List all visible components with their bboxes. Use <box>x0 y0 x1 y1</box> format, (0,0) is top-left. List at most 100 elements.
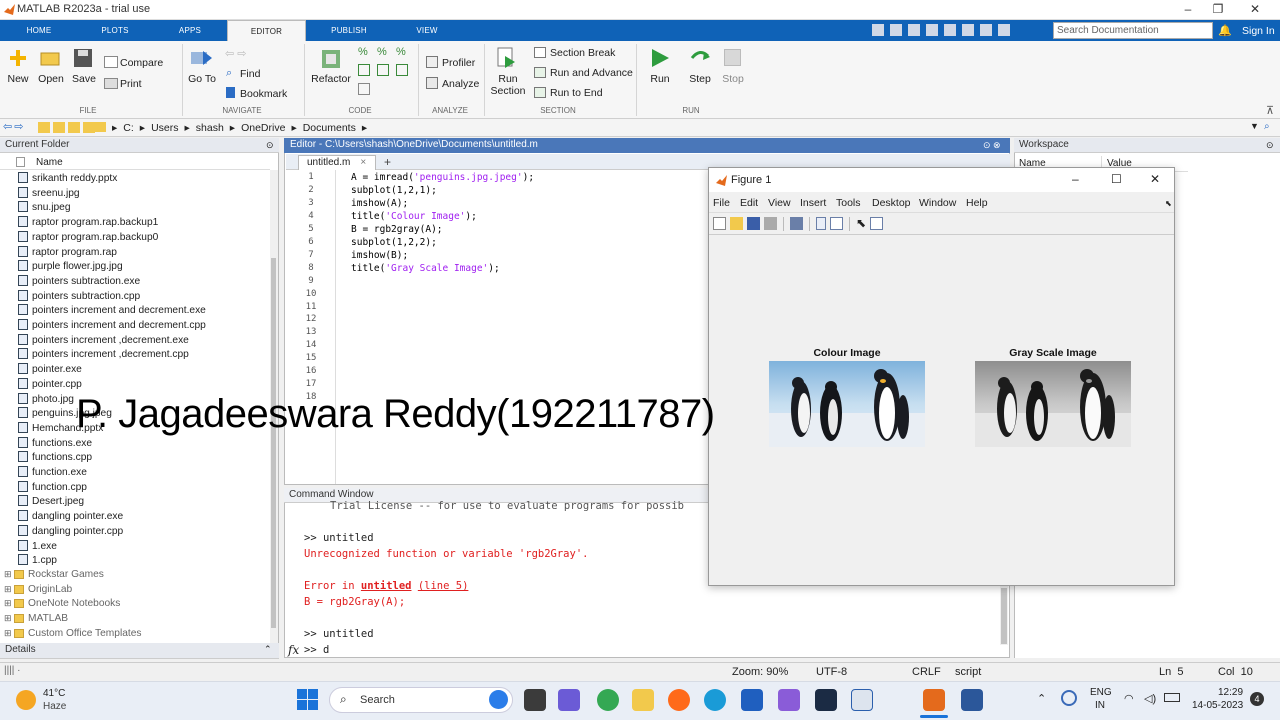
root-folder-icon[interactable] <box>68 122 80 133</box>
workspace-menu-icon[interactable]: ⊙ <box>1266 140 1274 151</box>
code-line[interactable]: title('Colour Image'); <box>351 211 477 222</box>
clock-time[interactable]: 12:29 <box>1218 687 1243 698</box>
save-figure-icon[interactable] <box>747 217 760 230</box>
expand-icon[interactable]: ⊞ <box>4 613 14 623</box>
browse-folder-icon[interactable] <box>53 122 65 133</box>
switch-windows-icon[interactable] <box>980 24 992 36</box>
folder-item[interactable]: ⊞ MATLAB <box>4 613 68 627</box>
outdent-icon[interactable] <box>396 64 408 77</box>
tray-overflow-icon[interactable]: ⌃ <box>1037 692 1046 705</box>
file-item[interactable]: functions.exe <box>18 436 92 451</box>
clock-date[interactable]: 14-05-2023 <box>1192 700 1243 711</box>
up-folder-icon[interactable] <box>38 122 50 133</box>
file-item[interactable]: srikanth reddy.pptx <box>18 172 117 186</box>
copilot-icon[interactable] <box>778 689 800 711</box>
colorbar-icon[interactable] <box>816 217 826 230</box>
raptor-icon[interactable] <box>888 689 910 711</box>
restore-icon[interactable]: ❐ <box>1203 2 1233 16</box>
panel-menu-icon[interactable]: ⊙ <box>266 140 274 151</box>
compare-button[interactable]: Compare <box>120 57 163 69</box>
indent-icon[interactable] <box>358 64 370 77</box>
property-inspector-icon[interactable] <box>870 217 884 230</box>
chevron-up-icon[interactable]: ⌃ <box>264 644 272 655</box>
back-forward-icons[interactable]: ⇦ ⇨ <box>225 47 247 60</box>
folder-item[interactable]: ⊞ Rockstar Games <box>4 569 104 583</box>
windows-start-icon[interactable] <box>297 689 318 710</box>
save-file-icon[interactable] <box>73 48 93 68</box>
new-figure-icon[interactable] <box>713 217 726 230</box>
file-item[interactable]: 1.cpp <box>18 554 57 568</box>
save-button[interactable]: Save <box>70 73 98 85</box>
file-item[interactable]: pointers subtraction.exe <box>18 274 140 289</box>
code-line[interactable]: imshow(B); <box>351 250 408 261</box>
nav-arrows-icon[interactable]: ⇦⇨ <box>3 120 25 133</box>
code-line[interactable]: subplot(1,2,1); <box>351 185 437 196</box>
refactor-button[interactable]: Refactor <box>310 73 352 85</box>
matlab-taskbar-icon[interactable] <box>923 689 945 711</box>
figure-menu-window[interactable]: Window <box>919 197 956 209</box>
figure-close-icon[interactable]: ✕ <box>1150 172 1160 186</box>
tab-apps[interactable]: APPS <box>163 20 217 41</box>
edge-icon[interactable] <box>704 689 726 711</box>
file-item[interactable]: function.cpp <box>18 480 87 495</box>
uncomment-icon[interactable]: % <box>377 46 393 61</box>
code-line[interactable]: B = rgb2gray(A); <box>351 224 443 235</box>
code-line[interactable]: A = imread('penguins.jpg.jpeg'); <box>351 172 534 183</box>
task-view-icon[interactable] <box>524 689 546 711</box>
editor-tab-untitled[interactable]: untitled.m × <box>298 155 376 170</box>
file-item[interactable]: dangling pointer.exe <box>18 510 123 524</box>
cut-icon[interactable] <box>890 24 902 36</box>
figure-menu-insert[interactable]: Insert <box>800 197 826 209</box>
new-icon[interactable] <box>8 48 28 68</box>
battery-icon[interactable] <box>1164 693 1180 702</box>
run-section-icon[interactable] <box>497 47 517 69</box>
wifi-icon[interactable]: ◠ <box>1124 692 1134 705</box>
folder-scrollbar-thumb[interactable] <box>271 258 276 628</box>
close-tab-icon[interactable]: × <box>360 157 366 168</box>
collapse-toolstrip-icon[interactable]: ⊼ <box>1266 104 1274 117</box>
tab-home[interactable]: HOME <box>12 20 66 41</box>
command-scrollbar-thumb[interactable] <box>1001 588 1007 644</box>
figure-menu-tools[interactable]: Tools <box>836 197 861 209</box>
name-column-header[interactable]: Name <box>36 157 63 168</box>
defender-icon[interactable] <box>741 689 763 711</box>
command-prompt-input[interactable]: >> d <box>304 644 329 656</box>
chrome-icon[interactable] <box>597 689 619 711</box>
minimize-icon[interactable]: – <box>1173 2 1203 16</box>
crumb-users[interactable]: Users <box>151 122 178 134</box>
teams-chat-icon[interactable] <box>558 689 580 711</box>
file-item[interactable]: pointers increment and decrement.exe <box>18 304 206 318</box>
run-to-end-button[interactable]: Run to End <box>550 87 603 99</box>
address-dropdown-icon[interactable]: ▼ <box>1250 121 1259 131</box>
sync-icon[interactable] <box>1061 690 1077 706</box>
save-icon[interactable] <box>872 24 884 36</box>
analyze-button[interactable]: Analyze <box>442 78 479 90</box>
bookmark-button[interactable]: Bookmark <box>240 88 287 100</box>
comment-icon[interactable]: % <box>358 46 374 61</box>
tab-plots[interactable]: PLOTS <box>88 20 142 41</box>
file-item[interactable]: snu.jpeg <box>18 201 71 215</box>
copy-icon[interactable] <box>908 24 920 36</box>
file-item[interactable]: pointer.exe <box>18 363 82 377</box>
file-item[interactable]: 1.exe <box>18 539 57 554</box>
crumb-onedrive[interactable]: OneDrive <box>241 122 285 134</box>
language-indicator[interactable]: ENG <box>1090 687 1112 698</box>
figure-menu-help[interactable]: Help <box>966 197 988 209</box>
sign-in-link[interactable]: Sign In <box>1242 25 1275 37</box>
file-item[interactable]: pointers increment ,decrement.exe <box>18 333 189 348</box>
expand-icon[interactable]: ⊞ <box>4 584 14 594</box>
stop-icon[interactable] <box>724 49 741 66</box>
wrap-comments-icon[interactable]: % <box>396 46 412 61</box>
crumb-documents[interactable]: Documents <box>303 122 356 134</box>
weather-temp[interactable]: 41°C <box>43 688 65 699</box>
file-explorer-icon[interactable] <box>632 689 654 711</box>
goto-button[interactable]: Go To <box>186 73 218 85</box>
file-item[interactable]: raptor program.rap.backup1 <box>18 216 158 230</box>
search-folder-icon[interactable]: ⌕ <box>1264 121 1270 132</box>
folder-item[interactable]: ⊞ OriginLab <box>4 584 72 598</box>
run-and-advance-button[interactable]: Run and Advance <box>550 67 633 79</box>
file-item[interactable]: function.exe <box>18 466 87 480</box>
tab-view[interactable]: VIEW <box>400 20 454 41</box>
code-line[interactable]: imshow(A); <box>351 198 408 209</box>
run-section-button[interactable]: Run Section <box>488 73 528 97</box>
